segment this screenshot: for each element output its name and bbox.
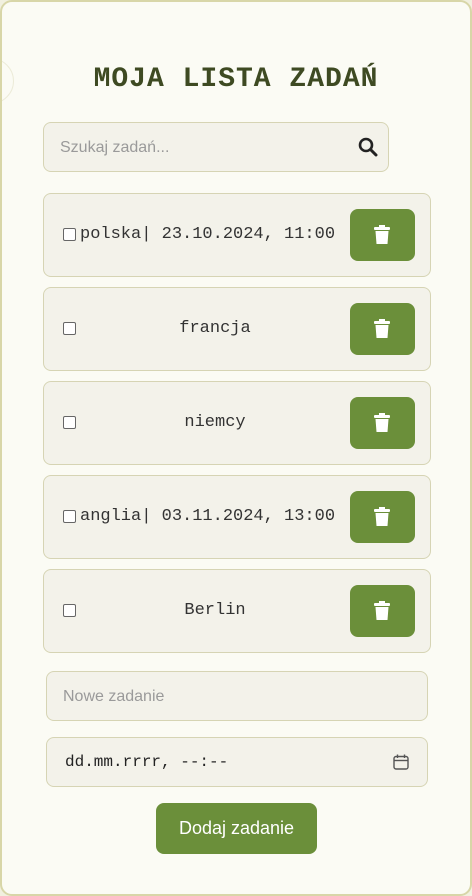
task-text: Berlin [184, 601, 246, 620]
add-task-button[interactable]: Dodaj zadanie [156, 803, 317, 854]
trash-icon [374, 225, 390, 244]
task-item: polska| 23.10.2024, 11:00 [43, 193, 431, 277]
delete-task-button[interactable] [350, 585, 415, 637]
delete-task-button[interactable] [350, 491, 415, 543]
page-title: MOJA LISTA ZADAŃ [93, 64, 379, 95]
search-icon[interactable] [358, 137, 378, 157]
task-item: francja [43, 287, 431, 371]
delete-task-button[interactable] [350, 397, 415, 449]
task-checkbox[interactable] [63, 416, 76, 429]
task-checkbox[interactable] [63, 228, 76, 241]
trash-icon [374, 507, 390, 526]
task-text: polska| 23.10.2024, 11:00 [80, 225, 336, 244]
trash-icon [374, 413, 390, 432]
app-container: MOJA LISTA ZADAŃ polska| 23.10.2024, 11:… [0, 0, 472, 896]
search-box [43, 122, 389, 172]
date-time-input[interactable]: dd.mm.rrrr, --:-- [46, 737, 428, 787]
task-text: niemcy [184, 413, 246, 432]
delete-task-button[interactable] [350, 303, 415, 355]
task-text: francja [179, 319, 251, 338]
task-text: anglia| 03.11.2024, 13:00 [80, 507, 336, 526]
date-time-placeholder: dd.mm.rrrr, --:-- [65, 753, 229, 771]
trash-icon [374, 601, 390, 620]
task-item: niemcy [43, 381, 431, 465]
task-checkbox[interactable] [63, 322, 76, 335]
search-input[interactable] [58, 136, 342, 160]
calendar-icon[interactable] [393, 754, 409, 770]
task-item: anglia| 03.11.2024, 13:00 [43, 475, 431, 559]
delete-task-button[interactable] [350, 209, 415, 261]
task-item: Berlin [43, 569, 431, 653]
new-task-input[interactable] [61, 685, 405, 709]
task-checkbox[interactable] [63, 510, 76, 523]
task-checkbox[interactable] [63, 604, 76, 617]
new-task-field [46, 671, 428, 721]
trash-icon [374, 319, 390, 338]
